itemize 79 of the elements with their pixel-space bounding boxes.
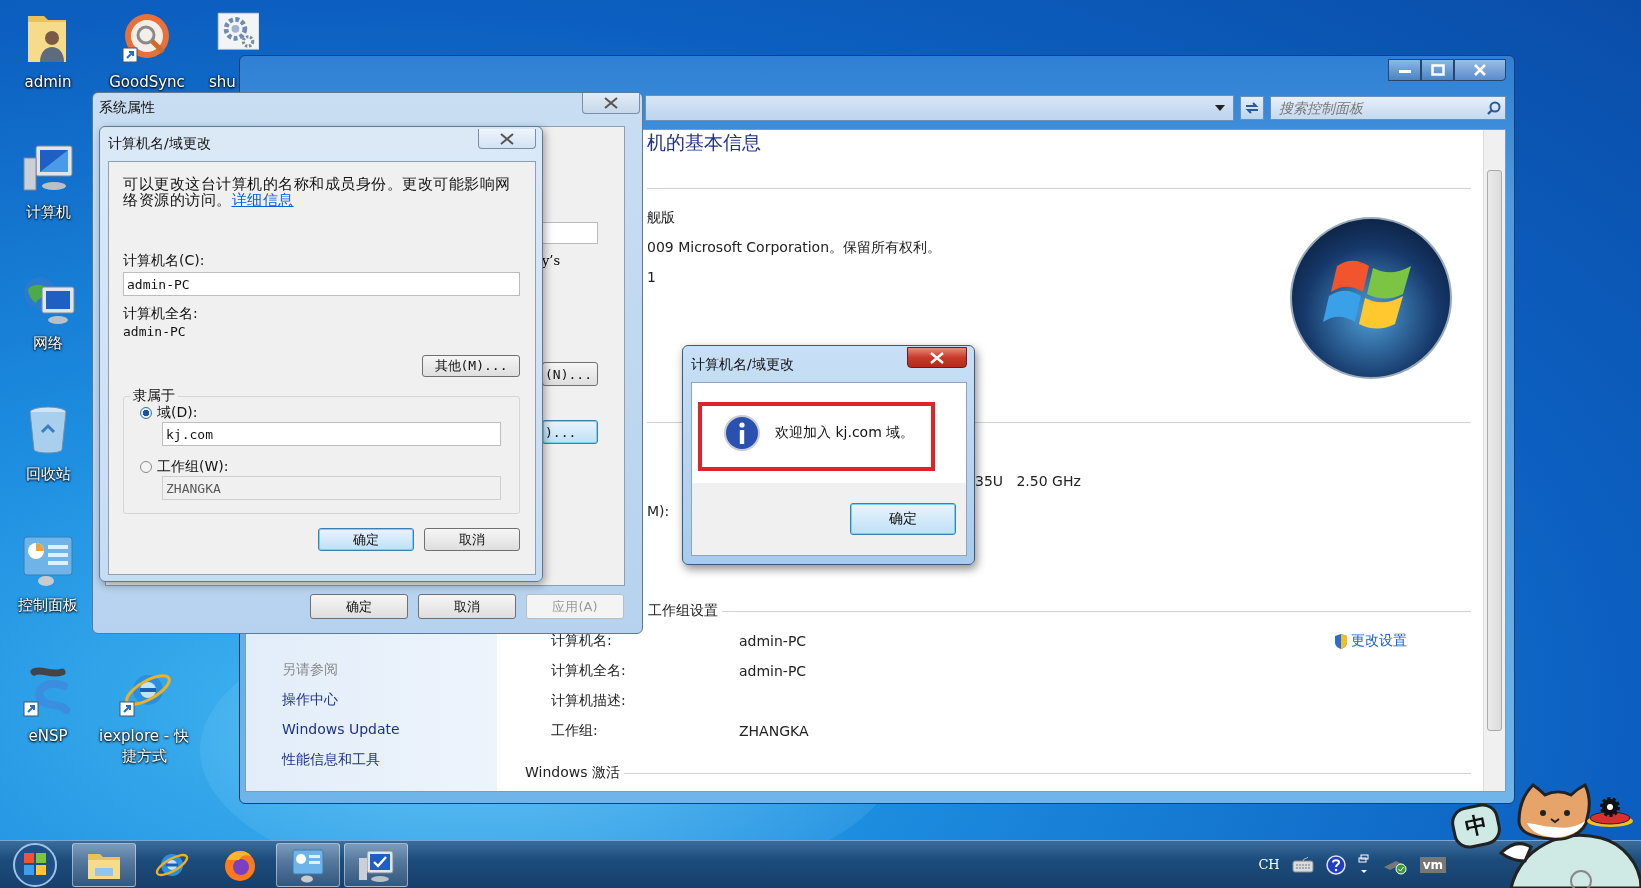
text-fragment: y’s	[542, 253, 562, 270]
section-heading: 工作组设置	[648, 602, 718, 620]
dialog-button[interactable]: 取消	[418, 594, 516, 619]
close-icon	[1473, 64, 1487, 76]
search-field[interactable]: 搜索控制面板	[1270, 96, 1506, 120]
search-icon[interactable]	[1487, 101, 1501, 115]
scrollbar[interactable]	[1483, 130, 1505, 791]
page-heading: 机的基本信息	[647, 130, 761, 154]
details-link[interactable]: 详细信息	[231, 191, 294, 209]
desktop-icon-label[interactable]: shu	[209, 72, 239, 92]
sidebar-link[interactable]: 操作中心	[282, 684, 497, 714]
change-settings-link[interactable]: 更改设置	[1333, 632, 1407, 650]
maximize-button[interactable]	[1421, 59, 1454, 81]
window-title: 计算机名/域更改	[691, 356, 794, 374]
group-label: 隶属于	[132, 387, 176, 405]
sidebar-link[interactable]: 性能信息和工具	[282, 744, 497, 774]
desktop-icon-label[interactable]: GoodSync	[99, 72, 195, 92]
show-hidden-icons-icon[interactable]	[1357, 853, 1370, 876]
dialog-button[interactable]: )...	[542, 420, 598, 444]
vm-tray-icon[interactable]: vm	[1419, 856, 1446, 873]
copyright-text: 009 Microsoft Corporation。保留所有权利。	[647, 238, 942, 257]
description-text: 可以更改这台计算机的名称和成员身份。更改可能影响网络资源的访问。详细信息	[123, 176, 512, 208]
section-heading: Windows 激活	[525, 764, 620, 782]
dialog-button[interactable]: 确定	[310, 594, 408, 619]
close-button[interactable]	[582, 93, 640, 114]
window-title: 系统属性	[99, 99, 155, 117]
taskbar-button[interactable]	[276, 842, 340, 887]
full-name-value: admin-PC	[123, 324, 187, 340]
refresh-button[interactable]	[1240, 96, 1264, 120]
desktop-icon-label[interactable]: 计算机	[0, 202, 96, 222]
info-icon	[724, 415, 760, 451]
field-label: 计算机名(C):	[123, 252, 206, 268]
pen-label: M):	[647, 502, 670, 521]
radio-option[interactable]: 域(D):	[140, 405, 501, 421]
edition-text: 舰版	[647, 208, 675, 227]
sidebar-link[interactable]: Windows Update	[282, 714, 497, 744]
setting-label: 计算机全名:	[551, 662, 627, 680]
field-label: 计算机全名:	[123, 305, 199, 321]
taskbar-button[interactable]	[72, 842, 136, 887]
message-text: 欢迎加入 kj.com 域。	[775, 424, 915, 442]
start-button[interactable]	[12, 841, 58, 888]
setting-label: 工作组:	[551, 722, 599, 740]
input-language-indicator[interactable]: CH	[1258, 857, 1280, 872]
setting-value: ZHANGKA	[739, 723, 810, 739]
dialog-button[interactable]: (N)...	[542, 362, 598, 386]
taskbar-button[interactable]	[344, 842, 408, 887]
desktop-icon-label[interactable]: admin	[0, 72, 96, 92]
setting-value: admin-PC	[739, 633, 808, 649]
desktop-icon-label[interactable]: 网络	[0, 333, 96, 353]
close-button[interactable]	[907, 347, 967, 368]
see-also-heading: 另请参阅	[282, 660, 339, 679]
keyboard-icon[interactable]	[1291, 856, 1314, 873]
close-icon	[929, 351, 945, 364]
help-icon[interactable]	[1325, 854, 1346, 875]
ok-button[interactable]: 确定	[850, 503, 956, 535]
close-icon	[603, 97, 619, 109]
more-button[interactable]: 其他(M)...	[422, 355, 520, 377]
close-button[interactable]	[1454, 59, 1506, 81]
setting-label: 计算机描述:	[551, 692, 627, 710]
input-field[interactable]	[542, 222, 598, 244]
dropdown-caret-icon[interactable]	[1215, 105, 1225, 111]
refresh-icon	[1244, 101, 1260, 115]
maximize-icon	[1430, 64, 1445, 76]
gear-gadget-icon[interactable]	[1585, 795, 1635, 829]
setting-label: 计算机名:	[551, 632, 613, 650]
control-panel-icon[interactable]	[20, 533, 76, 589]
shield-icon	[1333, 632, 1349, 650]
minimize-button[interactable]	[1388, 59, 1421, 81]
input-field[interactable]: kj.com	[162, 422, 501, 446]
service-pack-text: 1	[647, 268, 656, 287]
computer-name-field[interactable]: admin-PC	[123, 272, 520, 296]
close-button[interactable]	[478, 129, 536, 149]
close-icon	[499, 132, 515, 145]
setting-value: admin-PC	[739, 663, 808, 679]
dialog-button[interactable]: 确定	[318, 528, 414, 551]
window-title: 计算机名/域更改	[108, 135, 211, 153]
dialog-button[interactable]: 取消	[424, 528, 520, 551]
radio-option[interactable]: 工作组(W):	[140, 459, 501, 475]
processor-text: 35U 2.50 GHz	[975, 472, 1081, 491]
